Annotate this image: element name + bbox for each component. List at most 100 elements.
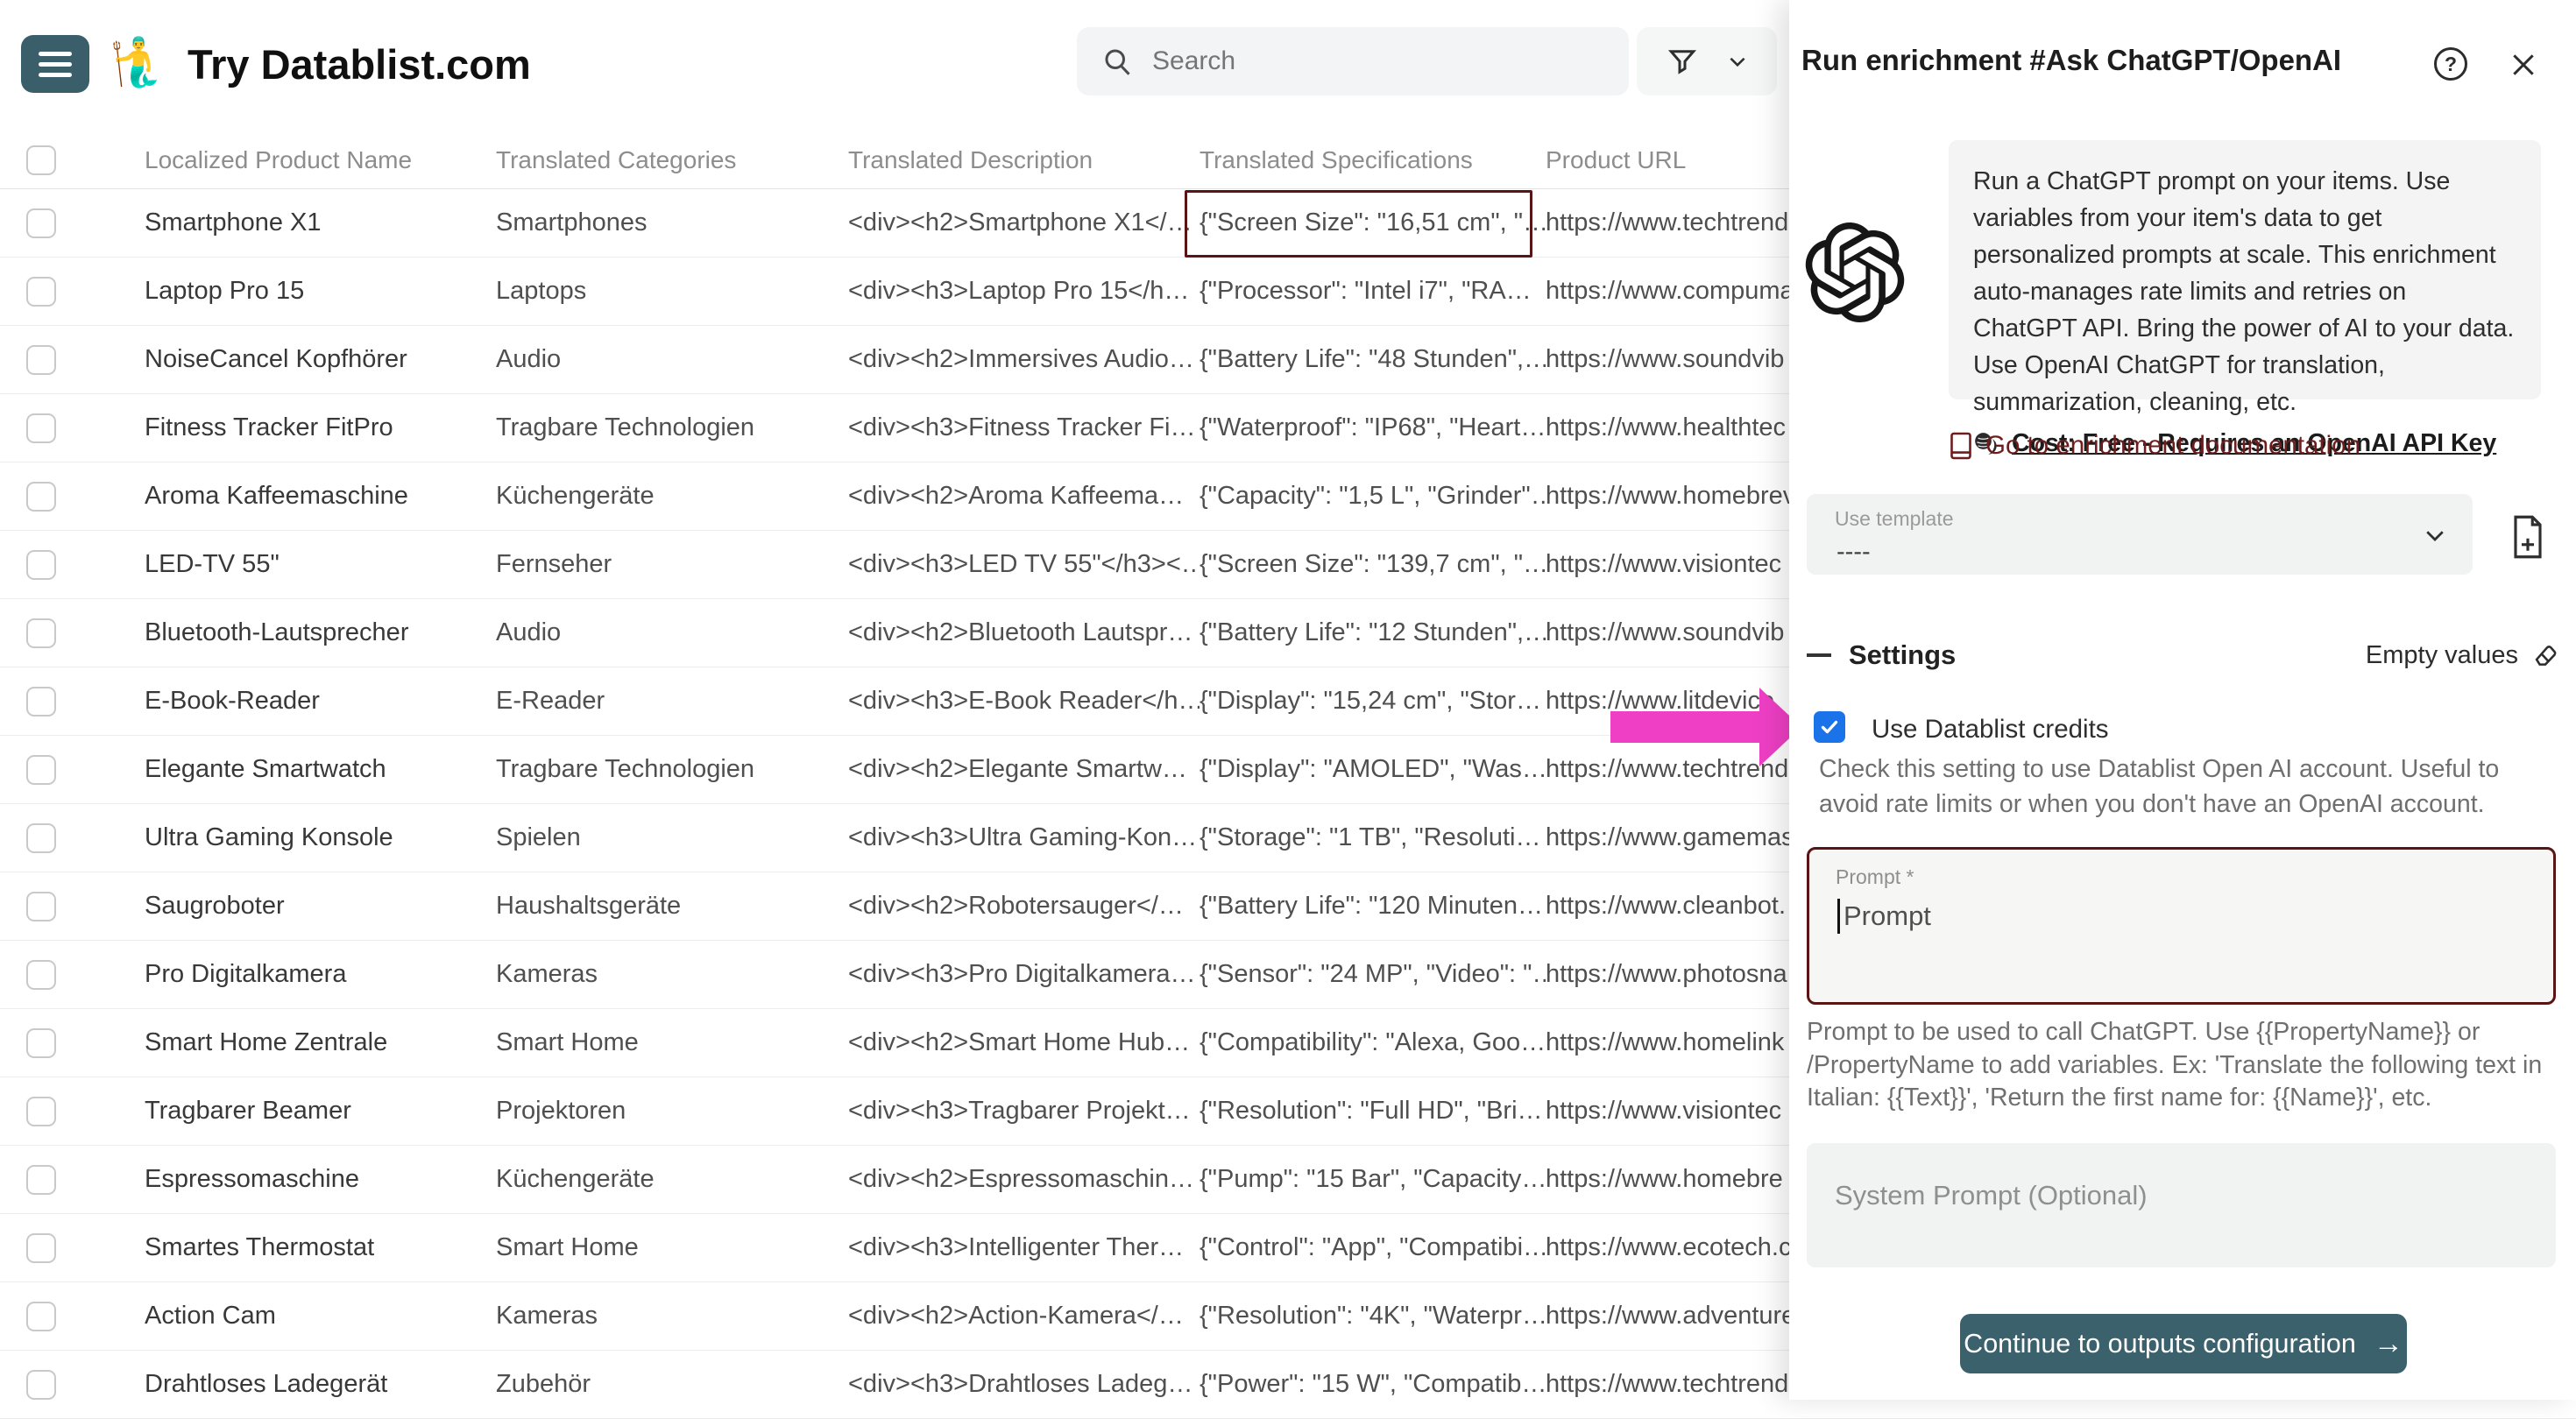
help-icon[interactable]: ? (2434, 47, 2467, 81)
cell-specifications[interactable]: {"Capacity": "1,5 L", "Grinder"… (1200, 482, 1546, 511)
cell-product-name[interactable]: Saugroboter (145, 892, 496, 921)
system-prompt-input[interactable]: System Prompt (Optional) (1807, 1143, 2556, 1267)
cell-product-name[interactable]: Tragbarer Beamer (145, 1097, 496, 1126)
row-checkbox[interactable] (26, 208, 56, 238)
cell-category[interactable]: Küchengeräte (496, 1165, 848, 1194)
row-checkbox[interactable] (26, 277, 56, 307)
cell-category[interactable]: Küchengeräte (496, 482, 848, 511)
use-template-select[interactable]: Use template ---- (1807, 494, 2473, 575)
cell-specifications[interactable]: {"Battery Life": "120 Minuten… (1200, 892, 1546, 921)
prompt-input[interactable]: Prompt * Prompt (1807, 847, 2556, 1005)
cell-specifications[interactable]: {"Control": "App", "Compatibi… (1200, 1233, 1546, 1262)
hamburger-menu-button[interactable] (21, 35, 89, 93)
cell-product-name[interactable]: Drahtloses Ladegerät (145, 1370, 496, 1399)
cell-category[interactable]: Laptops (496, 277, 848, 306)
select-all-checkbox[interactable] (26, 145, 56, 175)
cell-description[interactable]: <div><h3>Pro Digitalkamera… (848, 960, 1200, 989)
cell-description[interactable]: <div><h2>Bluetooth Lautspr… (848, 618, 1200, 647)
row-checkbox[interactable] (26, 755, 56, 785)
cell-category[interactable]: E-Reader (496, 687, 848, 716)
row-checkbox[interactable] (26, 1370, 56, 1400)
row-checkbox[interactable] (26, 823, 56, 853)
cell-product-name[interactable]: Action Cam (145, 1302, 496, 1331)
cell-category[interactable]: Smart Home (496, 1233, 848, 1262)
column-header-translated-specifications[interactable]: Translated Specifications (1200, 146, 1546, 174)
row-checkbox[interactable] (26, 1097, 56, 1126)
empty-values-button[interactable]: Empty values (2366, 640, 2560, 670)
row-checkbox[interactable] (26, 1233, 56, 1263)
documentation-link[interactable]: Go to enrichment documentation (1949, 431, 2360, 461)
cell-specifications[interactable]: {"Resolution": "4K", "Waterpr… (1200, 1302, 1546, 1331)
cell-product-name[interactable]: Fitness Tracker FitPro (145, 413, 496, 442)
cell-product-name[interactable]: Smart Home Zentrale (145, 1028, 496, 1057)
row-checkbox[interactable] (26, 482, 56, 512)
cell-product-name[interactable]: Laptop Pro 15 (145, 277, 496, 306)
cell-product-name[interactable]: Aroma Kaffeemaschine (145, 482, 496, 511)
cell-specifications[interactable]: {"Compatibility": "Alexa, Goo… (1200, 1028, 1546, 1057)
cell-product-name[interactable]: E-Book-Reader (145, 687, 496, 716)
cell-category[interactable]: Audio (496, 618, 848, 647)
column-header-localized-product-name[interactable]: Localized Product Name (145, 146, 496, 174)
cell-category[interactable]: Tragbare Technologien (496, 755, 848, 784)
cell-specifications[interactable]: {"Waterproof": "IP68", "Heart… (1200, 413, 1546, 442)
cell-category[interactable]: Kameras (496, 1302, 848, 1331)
cell-category[interactable]: Projektoren (496, 1097, 848, 1126)
cell-category[interactable]: Audio (496, 345, 848, 374)
cell-description[interactable]: <div><h2>Elegante Smartw… (848, 755, 1200, 784)
cell-category[interactable]: Smart Home (496, 1028, 848, 1057)
row-checkbox[interactable] (26, 1165, 56, 1195)
cell-category[interactable]: Fernseher (496, 550, 848, 579)
cell-specifications[interactable]: {"Resolution": "Full HD", "Bri… (1200, 1097, 1546, 1126)
cell-description[interactable]: <div><h3>LED TV 55"</h3><… (848, 550, 1200, 579)
cell-specifications[interactable]: {"Processor": "Intel i7", "RA… (1200, 277, 1546, 306)
cell-description[interactable]: <div><h2>Smartphone X1</… (848, 208, 1200, 237)
column-header-translated-categories[interactable]: Translated Categories (496, 146, 848, 174)
cell-product-name[interactable]: LED-TV 55" (145, 550, 496, 579)
cell-specifications[interactable]: {"Storage": "1 TB", "Resoluti… (1200, 823, 1546, 852)
cell-product-name[interactable]: NoiseCancel Kopfhörer (145, 345, 496, 374)
cell-specifications[interactable]: {"Pump": "15 Bar", "Capacity… (1200, 1165, 1546, 1194)
cell-category[interactable]: Kameras (496, 960, 848, 989)
cell-description[interactable]: <div><h3>Drahtloses Ladeg… (848, 1370, 1200, 1399)
row-checkbox[interactable] (26, 1028, 56, 1058)
cell-description[interactable]: <div><h2>Immersives Audio… (848, 345, 1200, 374)
datablist-credits-checkbox[interactable] (1814, 711, 1845, 743)
cell-description[interactable]: <div><h2>Action-Kamera</… (848, 1302, 1200, 1331)
continue-to-outputs-button[interactable]: Continue to outputs configuration → (1960, 1314, 2407, 1373)
row-checkbox[interactable] (26, 618, 56, 648)
cell-category[interactable]: Haushaltsgeräte (496, 892, 848, 921)
search-input[interactable]: Search (1077, 27, 1629, 95)
cell-category[interactable]: Zubehör (496, 1370, 848, 1399)
close-icon[interactable] (2504, 46, 2543, 84)
cell-description[interactable]: <div><h3>Tragbarer Projekt… (848, 1097, 1200, 1126)
cell-description[interactable]: <div><h2>Smart Home Hub… (848, 1028, 1200, 1057)
cell-product-name[interactable]: Elegante Smartwatch (145, 755, 496, 784)
row-checkbox[interactable] (26, 687, 56, 717)
settings-collapse-toggle[interactable]: Settings (1807, 639, 1956, 671)
cell-specifications[interactable]: {"Display": "15,24 cm", "Stor… (1200, 687, 1546, 716)
cell-description[interactable]: <div><h2>Robotersauger</… (848, 892, 1200, 921)
cell-description[interactable]: <div><h2>Aroma Kaffeema… (848, 482, 1200, 511)
cell-product-name[interactable]: Pro Digitalkamera (145, 960, 496, 989)
datablist-credits-label[interactable]: Use Datablist credits (1872, 715, 2109, 745)
row-checkbox[interactable] (26, 550, 56, 580)
row-checkbox[interactable] (26, 1302, 56, 1331)
cell-product-name[interactable]: Smartes Thermostat (145, 1233, 496, 1262)
cell-description[interactable]: <div><h3>E-Book Reader</h… (848, 687, 1200, 716)
cell-specifications[interactable]: {"Display": "AMOLED", "Was… (1200, 755, 1546, 784)
filter-button[interactable] (1637, 27, 1777, 95)
cell-category[interactable]: Tragbare Technologien (496, 413, 848, 442)
cell-product-name[interactable]: Ultra Gaming Konsole (145, 823, 496, 852)
cell-description[interactable]: <div><h3>Ultra Gaming-Kon… (848, 823, 1200, 852)
cell-specifications[interactable]: {"Power": "15 W", "Compatib… (1200, 1370, 1546, 1399)
cell-product-name[interactable]: Smartphone X1 (145, 208, 496, 237)
cell-description[interactable]: <div><h3>Intelligenter Ther… (848, 1233, 1200, 1262)
row-checkbox[interactable] (26, 345, 56, 375)
row-checkbox[interactable] (26, 413, 56, 443)
row-checkbox[interactable] (26, 892, 56, 921)
cell-product-name[interactable]: Espressomaschine (145, 1165, 496, 1194)
cell-description[interactable]: <div><h3>Fitness Tracker Fi… (848, 413, 1200, 442)
cell-category[interactable]: Spielen (496, 823, 848, 852)
cell-product-name[interactable]: Bluetooth-Lautsprecher (145, 618, 496, 647)
cell-specifications[interactable]: {"Battery Life": "12 Stunden",… (1200, 618, 1546, 647)
